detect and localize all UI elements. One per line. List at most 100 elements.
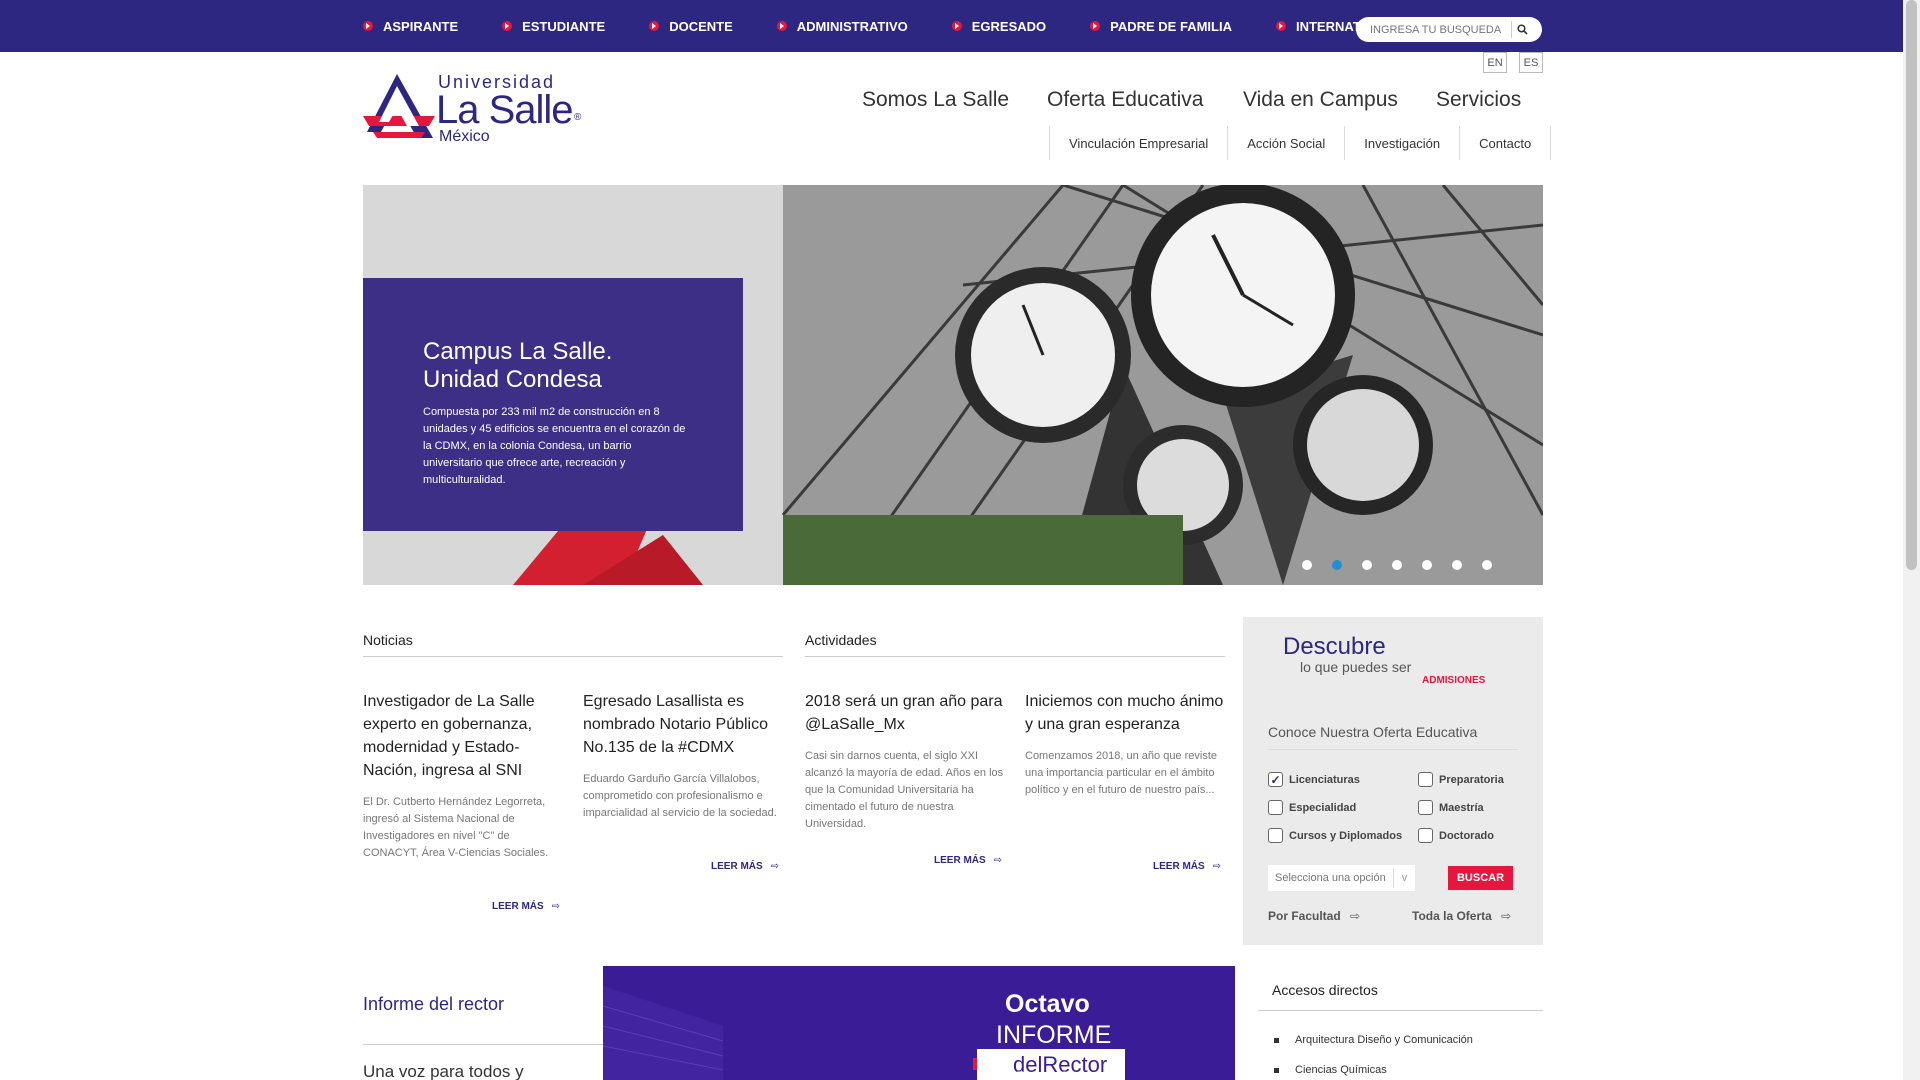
banner-building-graphic [603,986,724,1080]
checkbox-maestria[interactable]: Maestría [1418,800,1484,815]
checkbox[interactable] [1418,828,1433,843]
read-more-link[interactable]: LEER MÁS ⇨ [934,855,1002,866]
carousel-dot[interactable] [1482,560,1492,570]
external-link-icon: ⇨ [993,855,1003,866]
divider [805,656,1225,657]
external-link-icon: ⇨ [1350,909,1361,923]
secondary-nav: Vinculación Empresarial Acción Social In… [1049,126,1552,160]
search-input[interactable] [1356,23,1511,36]
checkbox[interactable] [1418,772,1433,787]
university-logo[interactable]: Universidad La Salle ® México [363,70,593,150]
descubre-subtitle: lo que puedes ser [1300,659,1412,675]
carousel-dot[interactable] [1422,560,1432,570]
subnav-vinculacion-empresarial[interactable]: Vinculación Empresarial [1050,126,1229,160]
chevron-down-icon: v [1393,868,1415,888]
arrow-bullet-icon [1275,21,1286,31]
por-facultad-link[interactable]: Por Facultad ⇨ [1268,909,1360,923]
carousel-dot[interactable] [1362,560,1372,570]
actividades-heading: Actividades [805,632,877,648]
acceso-link[interactable]: Arquitectura Diseño y Comunicación [1274,1034,1473,1046]
bullet-square-icon [1274,1037,1279,1043]
checkbox[interactable] [1418,800,1433,815]
logo-registered-mark: ® [574,112,582,123]
checkbox[interactable] [1268,828,1283,843]
oferta-educativa-panel: Descubre lo que puedes ser ADMISIONES Co… [1243,617,1543,945]
lang-es-button[interactable]: ES [1519,52,1543,73]
page-scrollbar[interactable] [1903,0,1920,1080]
checkbox-cursos-y-diplomados[interactable]: Cursos y Diplomados [1268,828,1402,843]
hero-carousel[interactable]: Campus La Salle. Unidad Condesa Compuesta… [363,185,1543,585]
banner-byline: Dr. Enrique A. [999,1070,1072,1080]
nav-vida-en-campus[interactable]: Vida en Campus [1243,88,1398,112]
carousel-dot[interactable] [1392,560,1402,570]
news-card: Egresado Lasallista es nombrado Notario … [583,690,783,822]
bullet-square-icon [1274,1067,1279,1073]
divider [363,656,783,657]
divider [1258,1010,1543,1011]
external-link-icon: ⇨ [1212,861,1222,872]
activity-headline[interactable]: 2018 será un gran año para @LaSalle_Mx [805,690,1005,736]
external-link-icon: ⇨ [770,861,780,872]
hero-description: Compuesta por 233 mil m2 de construcción… [423,406,686,486]
logo-text-la-salle: La Salle [436,88,574,132]
activity-headline[interactable]: Iniciemos con mucho ánimo y una gran esp… [1025,690,1225,736]
checkbox-doctorado[interactable]: Doctorado [1418,828,1494,843]
divider [363,1044,603,1045]
carousel-dots [1302,560,1512,570]
checkbox-licenciaturas[interactable]: ✓ Licenciaturas [1268,772,1360,787]
news-headline[interactable]: Egresado Lasallista es nombrado Notario … [583,690,783,759]
logo-text-mexico: México [439,128,490,145]
program-select[interactable]: Selecciona una opción v [1268,865,1415,891]
top-bar: ASPIRANTE ESTUDIANTE DOCENTE ADMINISTRAT… [0,0,1920,52]
admisiones-label[interactable]: ADMISIONES [1422,675,1485,686]
activity-summary: Casi sin darnos cuenta, el siglo XXI alc… [805,750,1004,830]
accesos-directos-heading: Accesos directos [1272,982,1378,998]
arrow-bullet-icon [951,21,962,31]
arrow-bullet-icon [776,21,787,31]
toda-la-oferta-link[interactable]: Toda la Oferta ⇨ [1412,909,1511,923]
informe-rector-banner[interactable]: Octavo INFORME delRector Dr. Enrique A. [603,966,1235,1080]
acceso-link[interactable]: Ciencias Químicas [1274,1064,1387,1076]
nav-oferta-educativa[interactable]: Oferta Educativa [1047,88,1203,112]
audience-item-estudiante[interactable]: ESTUDIANTE [502,19,605,34]
divider [1268,749,1518,750]
read-more-link[interactable]: LEER MÁS ⇨ [1153,861,1221,872]
arrow-bullet-icon [649,21,660,31]
audience-item-egresado[interactable]: EGRESADO [951,19,1046,34]
news-headline[interactable]: Investigador de La Salle experto en gobe… [363,690,563,782]
lang-en-button[interactable]: EN [1483,52,1507,73]
checkbox-preparatoria[interactable]: Preparatoria [1418,772,1504,787]
hero-caption-box: Campus La Salle. Unidad Condesa Compuesta… [363,278,743,531]
carousel-dot-active[interactable] [1332,560,1342,570]
read-more-link[interactable]: LEER MÁS ⇨ [492,901,560,912]
search-icon[interactable] [1511,21,1533,38]
activity-card: Iniciemos con mucho ánimo y una gran esp… [1025,690,1225,799]
nav-somos-la-salle[interactable]: Somos La Salle [862,88,1009,112]
scrollbar-thumb[interactable] [1906,0,1917,570]
noticias-heading: Noticias [363,632,413,648]
checkbox[interactable] [1268,800,1283,815]
checkbox-especialidad[interactable]: Especialidad [1268,800,1356,815]
external-link-icon: ⇨ [551,901,561,912]
carousel-dot[interactable] [1302,560,1312,570]
arrow-bullet-icon [1090,21,1101,31]
nav-servicios[interactable]: Servicios [1436,88,1521,112]
buscar-button[interactable]: BUSCAR [1448,866,1513,890]
arrow-bullet-icon [502,21,513,31]
audience-item-administrativo[interactable]: ADMINISTRATIVO [776,19,908,34]
subnav-accion-social[interactable]: Acción Social [1228,126,1346,160]
audience-item-docente[interactable]: DOCENTE [649,19,733,34]
carousel-dot[interactable] [1452,560,1462,570]
checkbox-checked[interactable]: ✓ [1268,772,1283,787]
informe-del-rector-link[interactable]: Informe del rector [363,994,504,1015]
audience-item-aspirante[interactable]: ASPIRANTE [363,19,458,34]
news-summary: Eduardo Garduño García Villalobos, compr… [583,773,777,819]
hero-title: Campus La Salle. Unidad Condesa [423,338,613,393]
subnav-contacto[interactable]: Contacto [1460,126,1552,160]
oferta-heading: Conoce Nuestra Oferta Educativa [1268,724,1478,740]
subnav-investigacion[interactable]: Investigación [1345,126,1461,160]
una-voz-link[interactable]: Una voz para todos y [363,1062,524,1080]
read-more-link[interactable]: LEER MÁS ⇨ [711,861,779,872]
audience-item-padre-de-familia[interactable]: PADRE DE FAMILIA [1090,19,1232,34]
banner-informe: INFORME [996,1021,1112,1049]
